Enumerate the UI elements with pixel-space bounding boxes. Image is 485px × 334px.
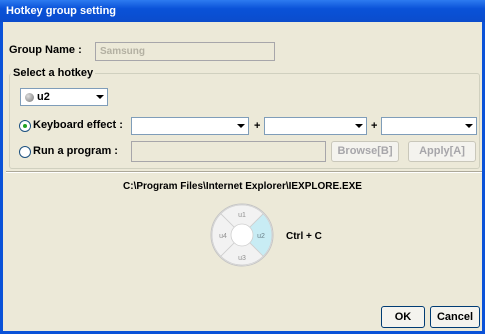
hotkey-select-value: u2 <box>37 91 50 103</box>
group-name-label: Group Name : <box>9 44 82 56</box>
hotkey-select[interactable]: u2 <box>20 88 108 106</box>
section-divider <box>6 171 482 173</box>
wheel-label-top: u1 <box>238 212 246 219</box>
wheel-label-right: u2 <box>257 233 265 240</box>
group-name-field[interactable]: Samsung <box>95 42 275 61</box>
keyboard-effect-label: Keyboard effect : <box>33 119 123 131</box>
chevron-down-icon[interactable] <box>350 119 365 133</box>
program-path-input[interactable] <box>131 141 326 162</box>
select-hotkey-title: Select a hotkey <box>11 67 96 79</box>
key-combo-1[interactable] <box>131 117 249 135</box>
wheel-label-left: u4 <box>219 233 227 240</box>
program-path-display: C:\Program Files\Internet Explorer\IEXPL… <box>123 181 362 192</box>
plus-sign-2: + <box>371 120 378 132</box>
chevron-down-icon[interactable] <box>460 119 475 133</box>
wheel-center <box>230 223 254 247</box>
key-combo-3[interactable] <box>381 117 477 135</box>
window-title: Hotkey group setting <box>0 0 485 22</box>
dialog-client-area: Group Name : Samsung Select a hotkey u2 … <box>3 22 482 331</box>
chevron-down-icon[interactable] <box>232 119 247 133</box>
run-program-label: Run a program : <box>33 145 118 157</box>
keyboard-effect-radio[interactable] <box>19 120 31 132</box>
browse-button[interactable]: Browse[B] <box>331 141 399 162</box>
apply-button[interactable]: Apply[A] <box>408 141 476 162</box>
ok-button[interactable]: OK <box>381 306 425 328</box>
hotkey-group-dialog: Hotkey group setting Group Name : Samsun… <box>0 0 485 334</box>
chevron-down-icon[interactable] <box>91 90 106 104</box>
shortcut-display: Ctrl + C <box>286 231 322 242</box>
hotkey-dot-icon <box>25 93 34 102</box>
cancel-button[interactable]: Cancel <box>430 306 480 328</box>
hotkey-wheel: u1 u2 u3 u4 <box>210 203 274 267</box>
wheel-label-bottom: u3 <box>238 255 246 262</box>
plus-sign-1: + <box>254 120 261 132</box>
key-combo-2[interactable] <box>264 117 367 135</box>
run-program-radio[interactable] <box>19 146 31 158</box>
